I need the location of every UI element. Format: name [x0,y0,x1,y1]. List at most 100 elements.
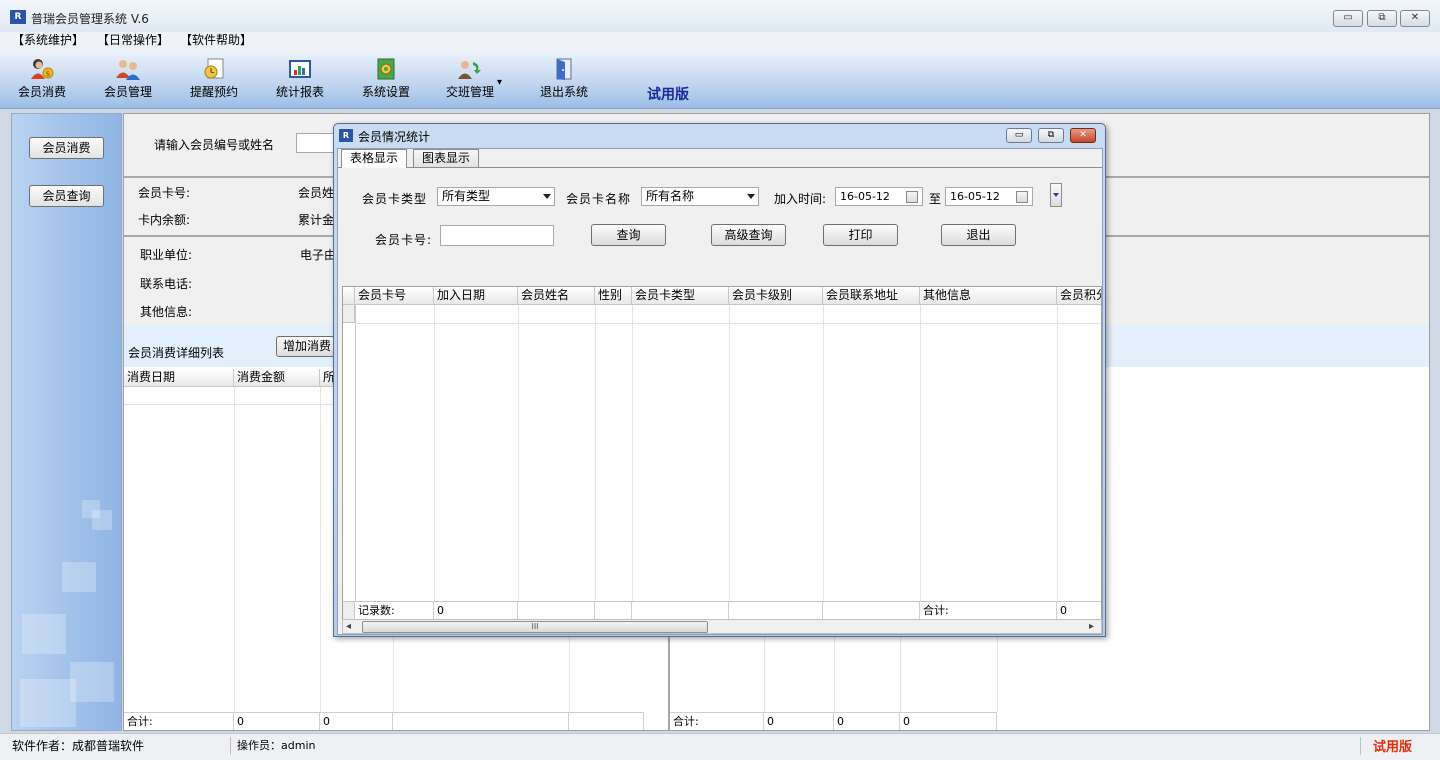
left-sum-label: 合计: [124,712,234,730]
grid-line [355,305,356,601]
card-name-select[interactable]: 所有名称 [641,187,759,206]
member-name-label: 会员姓 [298,186,335,200]
col-card-no[interactable]: 会员卡号 [355,287,434,304]
toolbar-report[interactable]: 统计报表 [272,57,328,105]
chevron-down-icon [747,194,755,199]
toolbar-settings[interactable]: 系统设置 [358,57,414,105]
left-sum-value: 0 [234,712,320,730]
grid-line [632,305,633,601]
toolbar-reminder[interactable]: 提醒预约 [186,57,242,105]
scroll-right-icon[interactable]: ▸ [1089,620,1094,633]
print-button[interactable]: 打印 [823,224,898,246]
join-time-label: 加入时间: [774,192,827,206]
col-address[interactable]: 会员联系地址 [823,287,920,304]
exit-button[interactable]: 退出 [941,224,1016,246]
card-no-filter-label: 会员卡号: [375,233,433,247]
col-gender[interactable]: 性别 [595,287,632,304]
settings-icon [377,58,395,80]
col-other-info[interactable]: 其他信息 [920,287,1057,304]
col-consume-amount[interactable]: 消费金额 [234,369,320,386]
svg-text:$: $ [46,70,50,78]
detail-title: 会员消费详细列表 [128,346,225,360]
status-bar: 软件作者：成都普瑞软件 操作员：admin 试用版 [0,733,1440,760]
nav-member-consume-button[interactable]: 会员消费 [29,137,104,159]
footer-cell [595,602,632,620]
col-card-type[interactable]: 会员卡类型 [632,287,729,304]
menu-daily[interactable]: 【日常操作】 [97,32,169,51]
other-info-label: 其他信息: [140,305,193,319]
date-to-checkbox[interactable] [1016,191,1028,203]
date-to-input[interactable]: 16-05-12 [945,187,1033,206]
advanced-query-button[interactable]: 高级查询 [711,224,786,246]
toolbar-label: 统计报表 [275,85,324,99]
balance-label: 卡内余额: [138,213,191,227]
left-nav: 会员消费 会员查询 [11,113,122,731]
col-consume-date[interactable]: 消费日期 [124,369,234,386]
dialog-title: 会员情况统计 [358,130,431,144]
menu-help[interactable]: 【软件帮助】 [180,32,252,51]
footer-cell [518,602,595,620]
expand-toggle[interactable] [1050,183,1062,207]
toolbar-label: 会员管理 [103,85,152,99]
card-type-select[interactable]: 所有类型 [437,187,555,206]
grid-line [595,305,596,601]
stats-grid-header: 会员卡号 加入日期 会员姓名 性别 会员卡类型 会员卡级别 会员联系地址 其他信… [343,287,1101,305]
dialog-body: 表格显示 图表显示 会员卡类型 所有类型 会员卡名称 所有名称 加入时间: 16… [337,148,1103,635]
grid-line [1057,305,1058,601]
search-label: 请输入会员编号或姓名 [154,138,275,152]
chevron-down-icon[interactable]: ▾ [497,77,502,88]
maximize-button[interactable]: ⧉ [1367,10,1397,27]
add-consume-button[interactable]: 增加消费 [276,336,338,357]
close-button[interactable]: ✕ [1400,10,1430,27]
toolbar-label: 退出系统 [539,85,588,99]
date-from-input[interactable]: 16-05-12 [835,187,923,206]
shift-icon [458,61,481,79]
search-input[interactable] [296,133,336,153]
decoration [70,662,114,702]
grid-line [320,387,321,712]
card-no-input[interactable] [440,225,554,246]
app-logo: R [10,10,26,24]
col-member-name[interactable]: 会员姓名 [518,287,595,304]
grid-line [518,305,519,601]
status-author: 软件作者：成都普瑞软件 [12,739,145,753]
menu-system[interactable]: 【系统维护】 [12,32,84,51]
tab-chart-view[interactable]: 图表显示 [413,149,480,167]
member-stats-dialog: R 会员情况统计 ▭ ⧉ ✕ 表格显示 图表显示 会员卡类型 所有类型 会员卡名… [333,123,1106,637]
grid-line [920,305,921,601]
col-card-level[interactable]: 会员卡级别 [729,287,823,304]
decoration [62,562,96,592]
toolbar-label: 会员消费 [17,85,66,99]
col-points[interactable]: 会员积分 [1057,287,1101,304]
status-trial: 试用版 [1373,740,1413,755]
horizontal-scrollbar[interactable]: ◂ III ▸ [342,619,1102,634]
phone-label: 联系电话: [140,277,193,291]
minimize-button[interactable]: ▭ [1333,10,1363,27]
col-join-date[interactable]: 加入日期 [434,287,518,304]
record-count-label: 记录数: [355,602,434,620]
chevron-down-icon [543,194,551,199]
scroll-left-icon[interactable]: ◂ [346,620,351,633]
menu-bar: 【系统维护】 【日常操作】 【软件帮助】 [0,32,1440,51]
trial-label: 试用版 [647,87,689,103]
date-from-checkbox[interactable] [906,191,918,203]
dialog-close-button[interactable]: ✕ [1070,128,1096,143]
toolbar-member-manage[interactable]: 会员管理 [100,57,156,105]
total-label: 累计金 [298,213,335,227]
stats-grid: 会员卡号 加入日期 会员姓名 性别 会员卡类型 会员卡级别 会员联系地址 其他信… [342,286,1102,620]
row-header[interactable] [343,305,355,323]
card-no-label: 会员卡号: [138,186,191,200]
toolbar-shift[interactable]: 交班管理 [442,57,498,105]
tab-table-view[interactable]: 表格显示 [341,149,408,168]
footer-sum-label: 合计: [920,602,1057,620]
nav-member-query-button[interactable]: 会员查询 [29,185,104,207]
toolbar-member-consume[interactable]: $ 会员消费 [14,57,70,105]
scroll-thumb[interactable]: III [362,621,708,633]
dialog-minimize-button[interactable]: ▭ [1006,128,1032,143]
reminder-icon [204,58,224,79]
dialog-maximize-button[interactable]: ⧉ [1038,128,1064,143]
stats-grid-footer: 记录数: 0 合计: 0 [343,601,1101,620]
footer-sum-value: 0 [1060,604,1067,617]
query-button[interactable]: 查询 [591,224,666,246]
toolbar-exit[interactable]: 退出系统 [536,57,592,105]
